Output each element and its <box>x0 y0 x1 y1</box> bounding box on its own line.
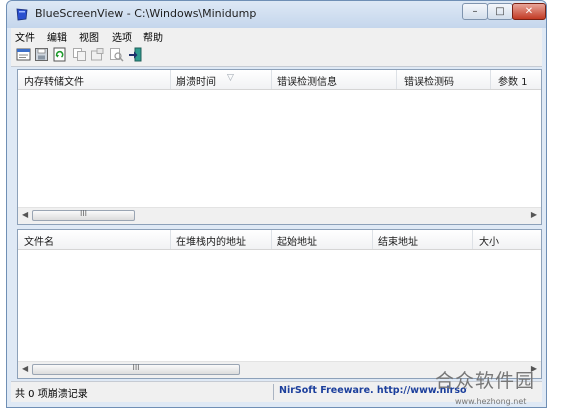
column-bug-check-string[interactable]: 错误检测信息 <box>277 73 337 88</box>
properties-icon[interactable] <box>90 47 105 62</box>
column-crash-time[interactable]: 崩溃时间 <box>176 73 216 88</box>
column-size[interactable]: 大小 <box>479 233 499 248</box>
scroll-left-icon[interactable]: ◀ <box>22 210 28 219</box>
column-divider[interactable] <box>472 230 473 249</box>
close-icon: ✕ <box>524 6 534 17</box>
menu-options[interactable]: 选项 <box>112 29 132 44</box>
maximize-icon: □ <box>495 6 505 17</box>
close-button[interactable]: ✕ <box>512 3 546 20</box>
app-window: BlueScreenView - C:\Windows\Minidump – □… <box>6 0 547 408</box>
refresh-icon[interactable] <box>52 47 67 62</box>
column-file-name[interactable]: 文件名 <box>24 233 54 248</box>
toolbar <box>11 44 542 67</box>
column-divider[interactable] <box>170 70 171 89</box>
scroll-grip-icon: III <box>79 209 88 218</box>
copy-icon[interactable] <box>72 47 87 62</box>
watermark-url: www.hezhong.net <box>455 397 527 406</box>
scroll-left-icon[interactable]: ◀ <box>22 364 28 373</box>
title-bar[interactable]: BlueScreenView - C:\Windows\Minidump – □… <box>7 1 546 28</box>
column-to-address[interactable]: 结束地址 <box>378 233 418 248</box>
maximize-button[interactable]: □ <box>487 3 513 20</box>
find-icon[interactable] <box>109 47 124 62</box>
html-report-icon[interactable] <box>16 47 31 62</box>
scroll-grip-icon: III <box>132 363 140 372</box>
column-divider[interactable] <box>396 70 397 89</box>
menu-view[interactable]: 视图 <box>79 29 99 44</box>
save-icon[interactable] <box>34 47 49 62</box>
crash-list-header: 内存转储文件 崩溃时间 ▽ 错误检测信息 错误检测码 参数 1 <box>18 70 541 90</box>
column-divider[interactable] <box>170 230 171 249</box>
watermark-text: 合众软件园 <box>435 370 536 392</box>
scroll-thumb[interactable]: III <box>32 363 240 375</box>
menu-file[interactable]: 文件 <box>15 29 35 44</box>
column-divider[interactable] <box>372 230 373 249</box>
crash-count-status: 共 0 项崩溃记录 <box>15 389 88 400</box>
menu-bar: 文件 编辑 视图 选项 帮助 <box>11 28 542 44</box>
exit-icon[interactable] <box>128 47 143 62</box>
minimize-button[interactable]: – <box>462 3 488 20</box>
site-watermark: 合众软件园 www.hezhong.net <box>431 366 561 414</box>
status-divider <box>273 384 274 400</box>
minimize-icon: – <box>472 6 478 17</box>
sort-descending-icon: ▽ <box>227 73 234 83</box>
menu-help[interactable]: 帮助 <box>143 29 163 44</box>
column-divider[interactable] <box>271 70 272 89</box>
crash-list-pane[interactable]: 内存转储文件 崩溃时间 ▽ 错误检测信息 错误检测码 参数 1 ◀ III ▶ <box>17 69 542 225</box>
window-title: BlueScreenView - C:\Windows\Minidump <box>35 7 257 20</box>
column-address-in-stack[interactable]: 在堆栈内的地址 <box>176 233 246 248</box>
column-bug-check-code[interactable]: 错误检测码 <box>404 73 454 88</box>
driver-list-header: 文件名 在堆栈内的地址 起始地址 结束地址 大小 <box>18 230 541 250</box>
column-divider[interactable] <box>490 70 491 89</box>
bluescreenview-app-icon <box>16 8 28 21</box>
column-parameter-1[interactable]: 参数 1 <box>498 73 528 88</box>
scroll-right-icon[interactable]: ▶ <box>531 210 537 219</box>
crash-list-hscrollbar[interactable]: ◀ III ▶ <box>18 207 541 224</box>
menu-edit[interactable]: 编辑 <box>47 29 67 44</box>
scroll-thumb[interactable]: III <box>32 209 135 221</box>
driver-list-pane[interactable]: 文件名 在堆栈内的地址 起始地址 结束地址 大小 ◀ III ▶ <box>17 229 542 379</box>
column-from-address[interactable]: 起始地址 <box>277 233 317 248</box>
column-divider[interactable] <box>271 230 272 249</box>
column-dump-file[interactable]: 内存转储文件 <box>24 73 84 88</box>
